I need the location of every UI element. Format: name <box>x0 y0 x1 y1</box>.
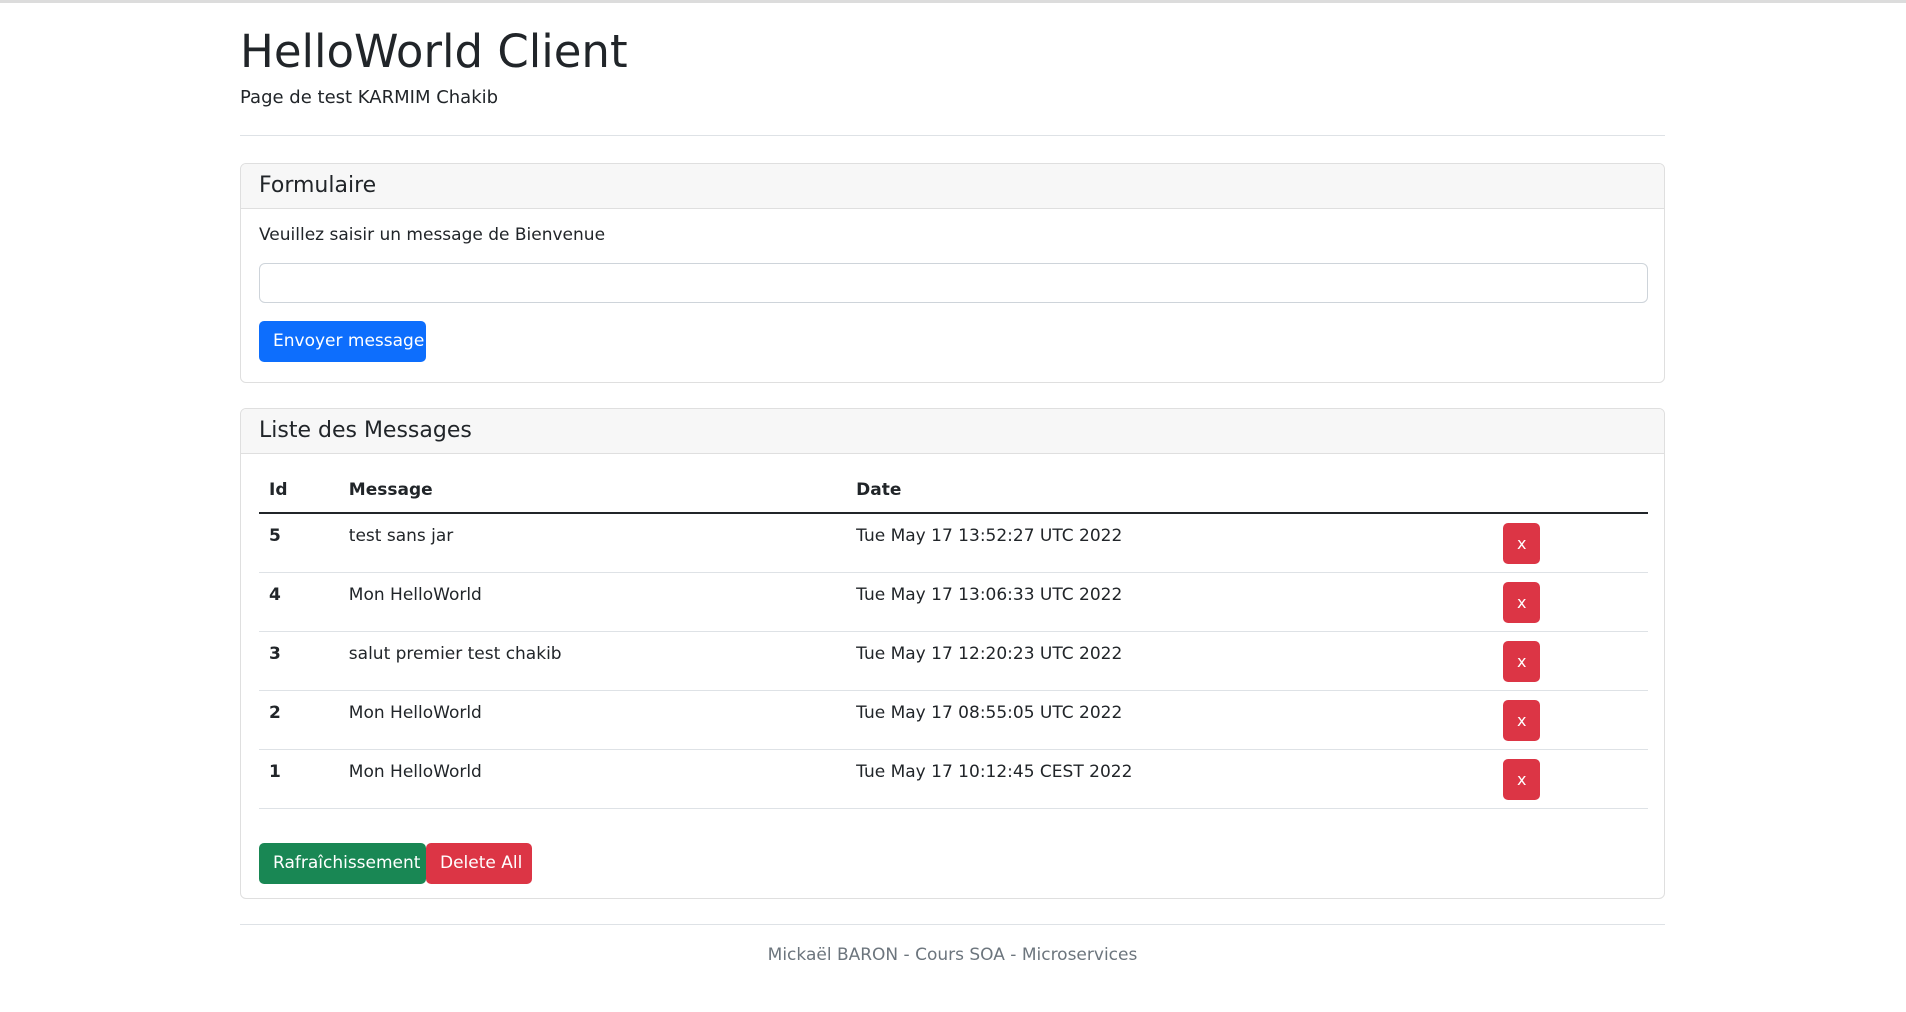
table-row: 1 Mon HelloWorld Tue May 17 10:12:45 CES… <box>259 749 1648 809</box>
cell-date: Tue May 17 13:52:27 UTC 2022 <box>846 513 1480 573</box>
message-input-label: Veuillez saisir un message de Bienvenue <box>259 225 606 245</box>
cell-actions: x <box>1479 513 1648 573</box>
cell-actions: x <box>1479 572 1648 632</box>
delete-all-button[interactable]: Delete All <box>426 843 532 884</box>
cell-date: Tue May 17 12:20:23 UTC 2022 <box>846 631 1480 691</box>
cell-actions: x <box>1479 631 1648 691</box>
messages-card-body: Id Message Date 5 test sans jar Tue May … <box>241 454 1664 897</box>
table-row: 4 Mon HelloWorld Tue May 17 13:06:33 UTC… <box>259 572 1648 632</box>
send-message-button[interactable]: Envoyer message <box>259 321 426 362</box>
cell-id: 1 <box>259 749 339 809</box>
delete-message-button[interactable]: x <box>1503 523 1541 564</box>
page-subtitle: Page de test KARMIM Chakib <box>240 87 499 108</box>
delete-message-button[interactable]: x <box>1503 758 1541 800</box>
cell-id: 5 <box>259 513 339 573</box>
table-header-row: Id Message Date <box>259 468 1648 514</box>
cell-message: Mon HelloWorld <box>338 690 847 750</box>
cell-message: Mon HelloWorld <box>338 572 847 632</box>
footer-credits: Mickaël BARON - Cours SOA - Microservice… <box>767 945 1138 965</box>
page-title: HelloWorld Client <box>240 25 628 78</box>
cell-date: Tue May 17 10:12:45 CEST 2022 <box>846 749 1480 809</box>
cell-date: Tue May 17 08:55:05 UTC 2022 <box>846 690 1480 750</box>
table-row: 5 test sans jar Tue May 17 13:52:27 UTC … <box>259 513 1648 573</box>
messages-card: Liste des Messages Id Message Date 5 tes… <box>240 408 1665 899</box>
delete-message-button[interactable]: x <box>1503 581 1541 623</box>
column-header-date: Date <box>846 468 1480 514</box>
messages-table: Id Message Date 5 test sans jar Tue May … <box>259 468 1648 809</box>
refresh-button[interactable]: Rafraîchissement <box>259 843 426 884</box>
delete-message-button[interactable]: x <box>1503 699 1541 741</box>
cell-id: 4 <box>259 572 339 632</box>
cell-date: Tue May 17 13:06:33 UTC 2022 <box>846 572 1480 632</box>
table-row: 3 salut premier test chakib Tue May 17 1… <box>259 631 1648 691</box>
message-input[interactable] <box>259 263 1648 303</box>
cell-message: Mon HelloWorld <box>338 749 847 809</box>
delete-message-button[interactable]: x <box>1503 640 1541 682</box>
cell-message: test sans jar <box>338 513 847 573</box>
cell-actions: x <box>1479 690 1648 750</box>
cell-id: 2 <box>259 690 339 750</box>
cell-actions: x <box>1479 749 1648 809</box>
form-card-header: Formulaire <box>241 164 1664 209</box>
list-actions: Rafraîchissement Delete All <box>259 843 532 884</box>
table-row: 2 Mon HelloWorld Tue May 17 08:55:05 UTC… <box>259 690 1648 750</box>
column-header-actions <box>1479 468 1648 514</box>
top-border <box>0 0 1906 3</box>
form-card-body: Veuillez saisir un message de Bienvenue … <box>241 209 1664 381</box>
cell-message: salut premier test chakib <box>338 631 847 691</box>
cell-id: 3 <box>259 631 339 691</box>
column-header-message: Message <box>338 468 847 514</box>
column-header-id: Id <box>259 468 339 514</box>
form-card: Formulaire Veuillez saisir un message de… <box>240 163 1665 383</box>
messages-card-header: Liste des Messages <box>241 409 1664 454</box>
footer-divider <box>240 924 1665 925</box>
header-divider <box>240 135 1665 136</box>
